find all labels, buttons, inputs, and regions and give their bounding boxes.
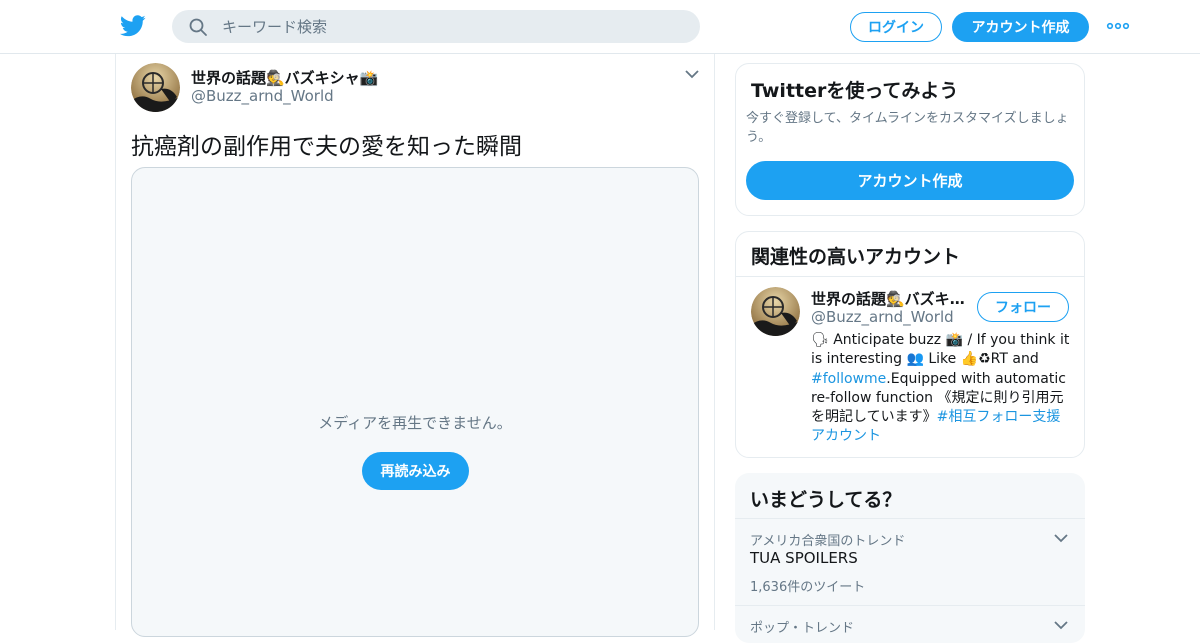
divider [735, 605, 1085, 606]
trend-tweet-count: 1,636件のツイート [750, 580, 866, 595]
related-account-name[interactable]: 世界の話題🕵バズキシャ📸 [811, 288, 971, 309]
search-box[interactable] [172, 10, 700, 43]
hashtag-link[interactable]: #followme [811, 371, 886, 387]
chevron-down-icon[interactable] [1053, 619, 1069, 631]
trends-title: いまどうしてる？ [750, 489, 902, 511]
trend-context: アメリカ合衆国のトレンド [750, 534, 906, 549]
reload-button[interactable]: 再読み込み [362, 452, 469, 490]
trend-name[interactable]: TUA SPOILERS [750, 549, 858, 567]
media-error-message: メディアを再生できません。 [318, 414, 512, 432]
signup-card-button[interactable]: アカウント作成 [746, 161, 1074, 200]
avatar-image [751, 287, 800, 336]
signup-button[interactable]: アカウント作成 [952, 12, 1089, 42]
related-accounts-card: 関連性の高いアカウント 世界の話題🕵バズキシャ📸 @Buzz_arnd_Worl… [735, 231, 1085, 458]
more-options-icon[interactable] [1106, 18, 1130, 34]
signup-card-title: Twitterを使ってみよう [751, 80, 959, 102]
media-player[interactable]: メディアを再生できません。 再読み込み [131, 167, 699, 637]
chevron-down-icon[interactable] [684, 68, 700, 80]
twitter-logo-icon[interactable] [120, 14, 146, 38]
divider [735, 518, 1085, 519]
bio-text: 🗣 Anticipate buzz 📸 / If you think it is… [811, 332, 1070, 368]
tweet-panel: 世界の話題🕵バズキシャ📸 @Buzz_arnd_World 抗癌剤の副作用で夫の… [115, 54, 715, 637]
tweet-text: 抗癌剤の副作用で夫の愛を知った瞬間 [131, 134, 522, 160]
signup-card-description: 今すぐ登録して、タイムラインをカスタマイズしましょう。 [746, 111, 1069, 145]
chevron-down-icon[interactable] [1053, 532, 1069, 544]
follow-button[interactable]: フォロー [977, 292, 1069, 322]
related-accounts-title: 関連性の高いアカウント [751, 246, 961, 268]
tweet-author-name[interactable]: 世界の話題🕵バズキシャ📸 [191, 67, 378, 88]
tweet-author-handle[interactable]: @Buzz_arnd_World [191, 87, 334, 105]
related-account-bio: 🗣 Anticipate buzz 📸 / If you think it is… [811, 331, 1073, 447]
trends-card: いまどうしてる？ アメリカ合衆国のトレンド TUA SPOILERS 1,636… [735, 473, 1085, 643]
search-input[interactable] [222, 10, 682, 43]
login-button[interactable]: ログイン [850, 12, 942, 42]
top-navigation-bar: ログイン アカウント作成 [0, 0, 1200, 54]
divider [736, 276, 1084, 277]
related-account-handle[interactable]: @Buzz_arnd_World [811, 308, 954, 326]
avatar[interactable] [751, 287, 800, 336]
avatar[interactable] [131, 63, 180, 112]
trend-context: ポップ・トレンド [750, 621, 855, 636]
search-icon [189, 18, 207, 36]
signup-card: Twitterを使ってみよう 今すぐ登録して、タイムラインをカスタマイズしましょ… [735, 63, 1085, 216]
avatar-image [131, 63, 180, 112]
